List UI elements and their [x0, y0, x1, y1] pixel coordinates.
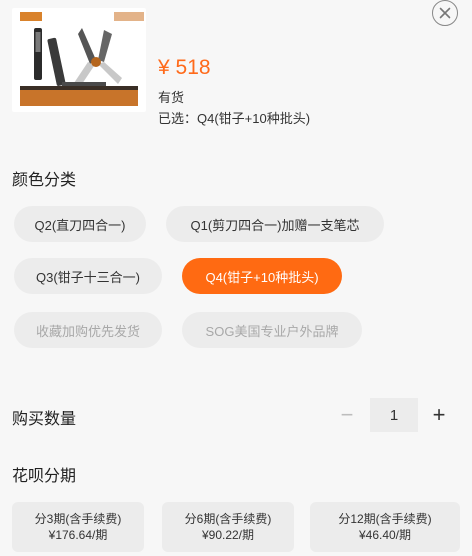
installment-period: 分12期(含手续费) — [338, 512, 432, 526]
quantity-plus-button[interactable]: + — [422, 398, 456, 432]
installment-amount: ¥46.40/期 — [358, 528, 412, 542]
color-option-q4[interactable]: Q4(钳子+10种批头) — [182, 258, 342, 294]
product-thumbnail — [12, 8, 146, 112]
quantity-section-title: 购买数量 — [12, 411, 77, 428]
color-option-q1[interactable]: Q1(剪刀四合一)加赠一支笔芯 — [166, 206, 384, 242]
installment-period: 分6期(含手续费) — [184, 512, 272, 526]
quantity-minus-button[interactable]: − — [330, 398, 364, 432]
installment-option-3[interactable]: 分3期(含手续费) ¥176.64/期 — [12, 502, 144, 552]
quantity-input[interactable]: 1 — [370, 398, 418, 432]
selected-option-summary: 已选：Q4(钳子+10种批头) — [158, 111, 311, 126]
color-option-priority-shipping: 收藏加购优先发货 — [14, 312, 162, 348]
installment-period: 分3期(含手续费) — [34, 512, 122, 526]
color-option-sog-brand: SOG美国专业户外品牌 — [182, 312, 362, 348]
close-button[interactable] — [432, 0, 458, 26]
installment-option-12[interactable]: 分12期(含手续费) ¥46.40/期 — [310, 502, 460, 552]
installment-amount: ¥90.22/期 — [201, 528, 255, 542]
thumbnail-banner — [20, 86, 138, 106]
stock-status: 有货 — [158, 90, 185, 105]
close-icon — [439, 7, 451, 19]
color-option-q2[interactable]: Q2(直刀四合一) — [14, 206, 146, 242]
installment-section-title: 花呗分期 — [12, 468, 77, 485]
color-section-title: 颜色分类 — [12, 172, 77, 189]
color-option-q3[interactable]: Q3(钳子十三合一) — [14, 258, 162, 294]
installment-option-6[interactable]: 分6期(含手续费) ¥90.22/期 — [162, 502, 294, 552]
sku-selector-sheet: ¥ 518 有货 已选：Q4(钳子+10种批头) 颜色分类 Q2(直刀四合一) … — [0, 0, 472, 556]
product-price: ¥ 518 — [158, 56, 211, 79]
installment-amount: ¥176.64/期 — [48, 528, 108, 542]
